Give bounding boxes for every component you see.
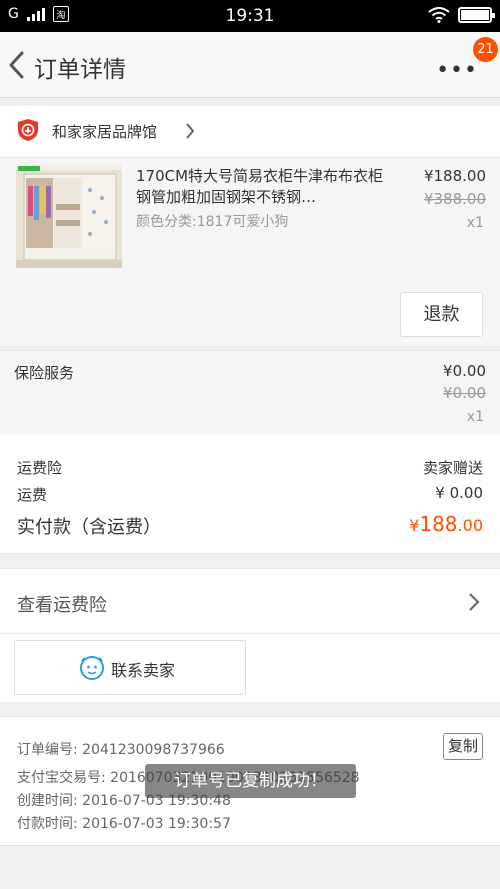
order-number: 订单编号: 2041230098737966: [17, 742, 225, 758]
order-item[interactable]: 170CM特大号简易衣柜牛津布布衣柜钢管加粗加固钢架不锈钢… 颜色分类:1817…: [0, 158, 500, 346]
back-icon[interactable]: [6, 50, 28, 80]
status-time: 19:31: [225, 6, 275, 26]
chevron-right-icon: [186, 123, 195, 139]
total-currency: ¥: [409, 516, 420, 535]
item-info: 170CM特大号简易衣柜牛津布布衣柜钢管加粗加固钢架不锈钢… 颜色分类:1817…: [136, 166, 386, 231]
nav-header: 订单详情 ••• 21: [0, 32, 500, 98]
shop-name: 和家家居品牌馆: [52, 123, 158, 141]
shipping-value: ¥ 0.00: [435, 484, 483, 502]
copy-button[interactable]: 复制: [443, 733, 483, 760]
total-decimal: .00: [457, 516, 483, 535]
item-original-price: ¥388.00: [423, 190, 486, 208]
status-right: [428, 7, 495, 23]
shipping-insurance-label: 运费险: [17, 459, 63, 477]
contact-seller-button[interactable]: 联系卖家: [14, 640, 246, 695]
chevron-right-icon: [469, 593, 480, 611]
battery-icon: [458, 7, 495, 23]
contact-seller-label: 联系卖家: [111, 661, 176, 680]
view-shipping-insurance-label: 查看运费险: [17, 595, 107, 616]
wifi-icon: [428, 7, 450, 23]
contact-area: 联系卖家: [0, 634, 500, 702]
shipping-insurance-value: 卖家赠送: [422, 459, 483, 477]
product-spec: 颜色分类:1817可爱小狗: [136, 214, 289, 230]
status-bar: G 淘 19:31: [0, 0, 500, 32]
product-title[interactable]: 170CM特大号简易衣柜牛津布布衣柜钢管加粗加固钢架不锈钢…: [136, 166, 386, 208]
shop-row[interactable]: 和家家居品牌馆: [0, 106, 500, 158]
product-image[interactable]: [16, 164, 122, 268]
insurance-price: ¥0.00: [443, 362, 486, 380]
chat-face-icon: [80, 656, 104, 680]
page-title: 订单详情: [34, 57, 126, 83]
total-integer: 188: [419, 512, 458, 536]
total-amount: ¥188.00: [409, 512, 483, 536]
item-quantity: x1: [466, 215, 484, 231]
refund-button[interactable]: 退款: [400, 292, 483, 337]
seller-shield-icon: [18, 119, 38, 141]
paid-time: 付款时间: 2016-07-03 19:30:57: [17, 816, 231, 832]
more-menu-button[interactable]: •••: [436, 58, 478, 83]
item-price: ¥188.00: [423, 167, 486, 185]
insurance-original-price: ¥0.00: [443, 384, 486, 402]
message-badge: 21: [473, 37, 498, 62]
copy-success-toast: 订单号已复制成功！: [145, 764, 356, 798]
insurance-quantity: x1: [466, 409, 484, 425]
total-label: 实付款（含运费）: [17, 517, 161, 538]
view-shipping-insurance-row[interactable]: 查看运费险: [0, 568, 500, 634]
shipping-label: 运费: [17, 486, 48, 504]
insurance-service-row: 保险服务 ¥0.00 ¥0.00 x1: [0, 350, 500, 433]
insurance-label: 保险服务: [14, 364, 75, 382]
fees-section: 运费险 卖家赠送 运费 ¥ 0.00 实付款（含运费） ¥188.00: [0, 434, 500, 554]
